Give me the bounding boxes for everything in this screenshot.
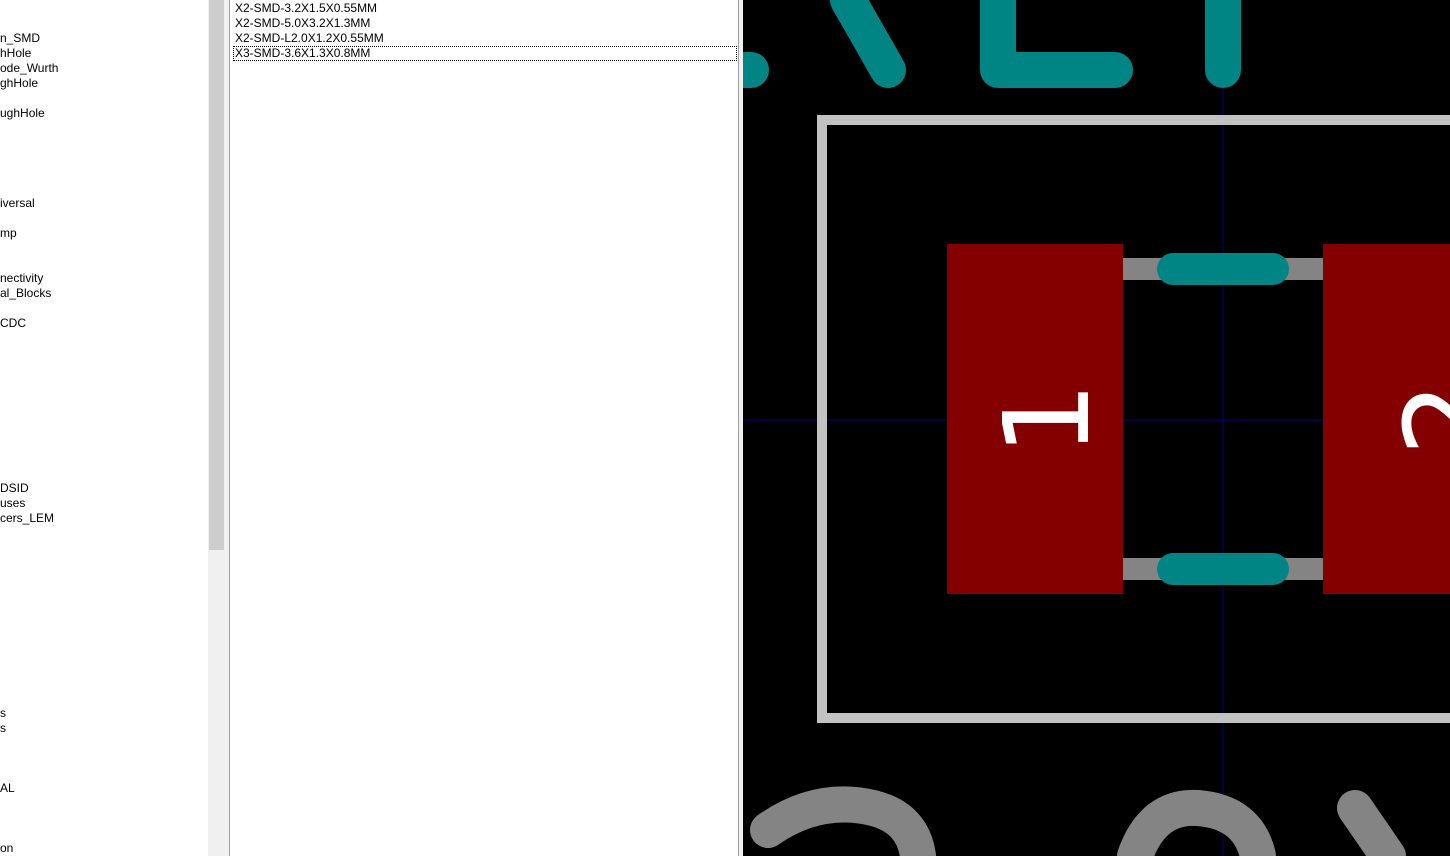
- footprint-item[interactable]: X2-SMD-5.0X3.2X1.3MM: [233, 16, 737, 31]
- footprint-item[interactable]: X2-SMD-3.2X1.5X0.55MM: [233, 1, 737, 16]
- library-item[interactable]: s: [0, 721, 6, 736]
- library-list[interactable]: n_SMD hHole ode_Wurth ghHole ughHole ive…: [0, 0, 208, 856]
- footprint-item[interactable]: X2-SMD-L2.0X1.2X0.55MM: [233, 31, 737, 46]
- library-item[interactable]: cers_LEM: [0, 511, 54, 526]
- library-item[interactable]: nectivity: [0, 271, 43, 286]
- footprint-preview-drawing: 1 2: [743, 0, 1450, 856]
- library-list-scrollbar[interactable]: [208, 0, 225, 856]
- footprint-item-selected[interactable]: X3-SMD-3.6X1.3X0.8MM: [233, 46, 737, 61]
- pad-2-number: 2: [1379, 381, 1450, 456]
- library-item[interactable]: uses: [0, 496, 25, 511]
- library-item[interactable]: n_SMD: [0, 31, 40, 46]
- library-item[interactable]: ode_Wurth: [0, 61, 58, 76]
- courtyard-value-text: [750, 786, 1406, 856]
- library-item[interactable]: ghHole: [0, 76, 38, 91]
- library-item[interactable]: on: [0, 841, 13, 856]
- library-item[interactable]: AL: [0, 781, 15, 796]
- library-item[interactable]: s: [0, 706, 6, 721]
- footprint-preview-canvas[interactable]: 1 2: [743, 0, 1450, 856]
- library-item[interactable]: CDC: [0, 316, 26, 331]
- library-item[interactable]: iversal: [0, 196, 35, 211]
- library-item[interactable]: DSID: [0, 481, 29, 496]
- library-item[interactable]: ughHole: [0, 106, 45, 121]
- library-item[interactable]: hHole: [0, 46, 31, 61]
- footprint-list[interactable]: X2-SMD-3.2X1.5X0.55MM X2-SMD-5.0X3.2X1.3…: [231, 0, 738, 856]
- library-list-scroll-thumb[interactable]: [209, 0, 224, 550]
- pad-1-number: 1: [978, 381, 1116, 456]
- panel-splitter[interactable]: [225, 0, 230, 856]
- library-item[interactable]: al_Blocks: [0, 286, 51, 301]
- silkscreen-reference-text: [743, 0, 1241, 88]
- library-item[interactable]: mp: [0, 226, 17, 241]
